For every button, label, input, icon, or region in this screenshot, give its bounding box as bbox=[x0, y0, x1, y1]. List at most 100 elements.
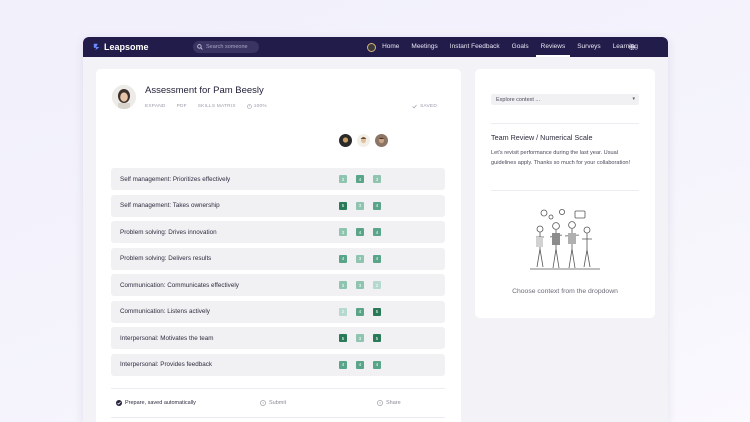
assessment-title: Assessment for Pam Beesly bbox=[145, 85, 264, 96]
score-badge: 4 bbox=[373, 254, 381, 263]
reviewer-avatar[interactable] bbox=[357, 134, 370, 147]
brand-name: Leapsome bbox=[104, 42, 149, 52]
nav-item-meetings[interactable]: Meetings bbox=[411, 37, 437, 57]
score-badge: 4 bbox=[339, 360, 347, 369]
score-group: 434 bbox=[339, 254, 390, 263]
competency-label: Communication: Listens actively bbox=[120, 308, 210, 315]
assessment-toolbar: EXPAND PDF SKILLS MATRIX 100% bbox=[145, 104, 278, 109]
score-badge: 5 bbox=[339, 334, 347, 342]
score-badge: 3 bbox=[356, 201, 364, 210]
zoom-control[interactable]: 100% bbox=[246, 104, 267, 109]
check-icon bbox=[412, 104, 417, 109]
skills-matrix-button[interactable]: SKILLS MATRIX bbox=[198, 104, 236, 109]
review-description: Let's revisit performance during the las… bbox=[491, 150, 631, 167]
gear-icon[interactable] bbox=[628, 43, 636, 51]
competency-label: Self management: Takes ownership bbox=[120, 202, 220, 209]
score-badge: 5 bbox=[373, 334, 381, 342]
divider bbox=[491, 123, 639, 124]
nav-item-instant-feedback[interactable]: Instant Feedback bbox=[450, 37, 500, 57]
brand-logo[interactable]: Leapsome bbox=[93, 42, 149, 52]
zoom-value: 100% bbox=[253, 104, 267, 109]
empty-state-message: Choose context from the dropdown bbox=[512, 288, 618, 295]
competency-label: Self management: Prioritizes effectively bbox=[120, 175, 231, 183]
review-title: Team Review / Numerical Scale bbox=[491, 133, 593, 142]
score-badge: 3 bbox=[356, 334, 364, 342]
score-badge: 2 bbox=[373, 281, 381, 289]
context-dropdown-placeholder: Explore context ... bbox=[496, 96, 541, 103]
score-group: 444 bbox=[339, 360, 390, 369]
prepare-status: Prepare, saved automatically bbox=[116, 400, 196, 406]
prepare-label: Prepare, saved automatically bbox=[125, 400, 196, 406]
submit-label: Submit bbox=[269, 400, 287, 406]
competency-row[interactable]: Problem solving: Delivers results 4 3 4 bbox=[111, 247, 445, 270]
score-badge: 3 bbox=[339, 228, 347, 236]
score-badge: 2 bbox=[339, 307, 347, 316]
reviewer-avatars bbox=[339, 134, 393, 147]
context-dropdown[interactable]: Explore context ... ▾ bbox=[491, 94, 639, 105]
score-group: 5 3 5 bbox=[339, 334, 390, 342]
score-badge: 3 bbox=[356, 254, 364, 263]
competency-row[interactable]: Communication: Listens actively 2 4 5 bbox=[111, 300, 445, 323]
score-group: 534 bbox=[339, 201, 390, 210]
divider bbox=[491, 190, 639, 191]
score-badge: 4 bbox=[356, 228, 364, 236]
share-label: Share bbox=[386, 400, 401, 406]
pdf-button[interactable]: PDF bbox=[177, 104, 187, 109]
competency-row[interactable]: Interpersonal: Provides feedback 4 4 4 bbox=[111, 353, 445, 376]
competency-row[interactable]: Self management: Takes ownership 5 3 4 bbox=[111, 194, 445, 217]
zoom-icon bbox=[246, 104, 252, 109]
assessment-footer: Prepare, saved automatically ? Submit ? … bbox=[111, 388, 445, 418]
score-badge: 4 bbox=[373, 228, 381, 236]
score-badge: 4 bbox=[356, 360, 364, 369]
reviewer-avatar[interactable] bbox=[375, 134, 388, 147]
score-badge: 4 bbox=[373, 360, 381, 369]
nav-item-goals[interactable]: Goals bbox=[512, 37, 529, 57]
search-placeholder: Search someone bbox=[206, 44, 248, 50]
nav-item-surveys[interactable]: Surveys bbox=[577, 37, 600, 57]
employee-avatar bbox=[112, 85, 136, 109]
svg-text:?: ? bbox=[379, 401, 381, 405]
context-panel: Explore context ... ▾ Team Review / Nume… bbox=[475, 69, 655, 318]
user-avatar[interactable] bbox=[367, 42, 377, 52]
score-badge: 5 bbox=[339, 201, 347, 210]
score-badge: 3 bbox=[339, 175, 347, 183]
score-badge: 4 bbox=[339, 254, 347, 263]
score-badge: 3 bbox=[339, 281, 347, 289]
search-input[interactable]: Search someone bbox=[193, 41, 259, 53]
top-navigation-bar: Leapsome Search someone Home Meetings Inst… bbox=[83, 37, 668, 57]
score-group: 245 bbox=[339, 307, 390, 316]
competency-label: Communication: Communicates effectively bbox=[120, 281, 239, 289]
competency-row[interactable]: Communication: Communicates effectively 3… bbox=[111, 274, 445, 296]
competency-label: Problem solving: Drives innovation bbox=[120, 228, 217, 236]
saved-status: SAVED bbox=[412, 104, 437, 109]
app-window: Leapsome Search someone Home Meetings Inst… bbox=[83, 37, 668, 422]
competency-row[interactable]: Interpersonal: Motivates the team 5 3 5 bbox=[111, 327, 445, 349]
svg-text:?: ? bbox=[262, 401, 264, 405]
check-circle-icon bbox=[116, 400, 122, 406]
help-circle-icon: ? bbox=[377, 400, 383, 406]
score-badge: 4 bbox=[356, 175, 364, 183]
competency-row[interactable]: Self management: Prioritizes effectively… bbox=[111, 168, 445, 190]
share-button[interactable]: ? Share bbox=[377, 400, 401, 406]
help-circle-icon: ? bbox=[260, 400, 266, 406]
leapsome-logo-icon bbox=[93, 43, 100, 51]
saved-label: SAVED bbox=[420, 104, 437, 109]
chevron-down-icon: ▾ bbox=[632, 96, 635, 102]
expand-button[interactable]: EXPAND bbox=[145, 104, 166, 109]
score-badge: 3 bbox=[356, 281, 364, 289]
reviewer-avatar[interactable] bbox=[339, 134, 352, 147]
score-badge: 4 bbox=[356, 307, 364, 316]
search-icon bbox=[197, 44, 203, 50]
nav-item-reviews[interactable]: Reviews bbox=[535, 37, 570, 57]
assessment-card: Assessment for Pam Beesly EXPAND PDF SKI… bbox=[96, 69, 461, 422]
score-badge: 5 bbox=[373, 307, 381, 316]
score-group: 3 3 2 bbox=[339, 281, 390, 289]
nav-item-home[interactable]: Home bbox=[382, 37, 399, 57]
score-group: 3 4 4 bbox=[339, 228, 390, 236]
score-group: 3 4 3 bbox=[339, 175, 390, 183]
submit-button[interactable]: ? Submit bbox=[260, 400, 286, 406]
competency-label: Interpersonal: Motivates the team bbox=[120, 334, 214, 342]
team-illustration bbox=[530, 209, 600, 270]
competency-label: Problem solving: Delivers results bbox=[120, 255, 212, 262]
competency-row[interactable]: Problem solving: Drives innovation 3 4 4 bbox=[111, 221, 445, 243]
